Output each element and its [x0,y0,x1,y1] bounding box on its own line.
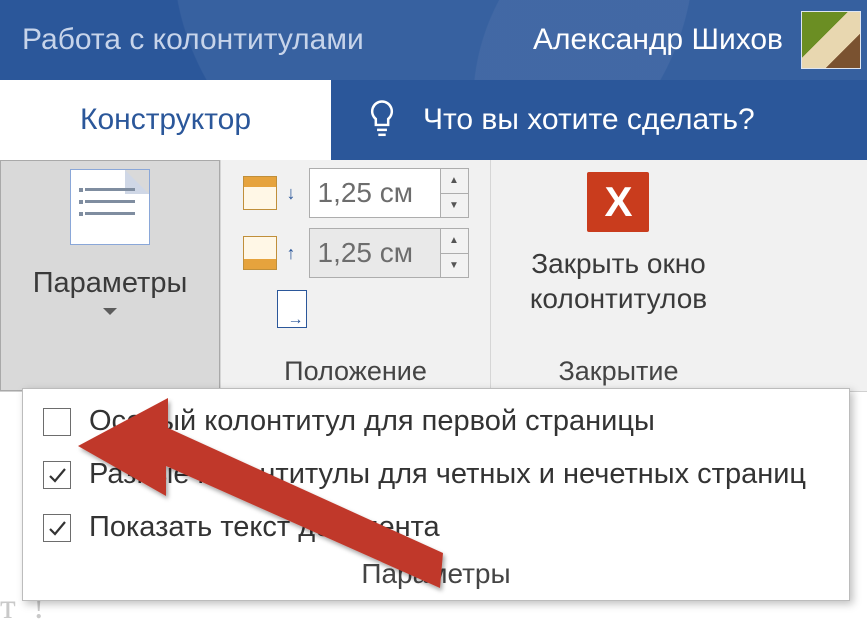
header-from-top-input[interactable] [310,169,440,217]
group-parameters[interactable]: Параметры [0,160,220,391]
popup-title: Параметры [23,550,849,600]
option-show-document-text[interactable]: Показать текст документа [43,511,829,544]
parameters-button-label: Параметры [33,267,188,300]
footer-from-bottom-spinner[interactable]: ▲ ▼ [309,228,469,278]
checkbox-checked[interactable] [43,514,71,542]
checkbox[interactable] [43,408,71,436]
avatar[interactable] [801,11,861,69]
close-header-footer-button[interactable]: X Закрыть окно колонтитулов [530,172,707,316]
group-close-label: Закрытие [558,350,678,391]
parameters-icon [70,169,150,245]
parameters-dropdown: Особый колонтитул для первой страницы Ра… [22,388,850,601]
spinner-down[interactable]: ▼ [441,194,468,218]
option-label: Разные колонтитулы для четных и нечетных… [89,458,806,491]
spinner-down[interactable]: ▼ [441,254,468,278]
option-label: Показать текст документа [89,511,440,544]
close-icon: X [587,172,649,232]
option-different-first-page[interactable]: Особый колонтитул для первой страницы [43,405,829,438]
spinner-up[interactable]: ▲ [441,229,468,254]
header-from-top-icon [243,176,277,210]
footer-from-bottom-icon [243,236,277,270]
option-different-odd-even[interactable]: Разные колонтитулы для четных и нечетных… [43,458,829,491]
tell-me-placeholder: Что вы хотите сделать? [423,103,755,137]
tab-design[interactable]: Конструктор [0,80,331,160]
arrow-up-icon: ↑ [287,243,299,264]
group-position-label: Положение [284,350,427,391]
tell-me-search[interactable]: Что вы хотите сделать? [331,80,867,160]
arrow-down-icon: ↓ [287,183,299,204]
option-label: Особый колонтитул для первой страницы [89,405,655,438]
checkbox-checked[interactable] [43,461,71,489]
group-position: ↓ ▲ ▼ ↑ ▲ ▼ [220,160,490,391]
context-tab-title: Работа с колонтитулами [6,23,364,57]
close-button-label-line1: Закрыть окно [530,246,707,281]
lightbulb-icon [365,96,399,144]
header-from-top-spinner[interactable]: ▲ ▼ [309,168,469,218]
insert-alignment-tab-button[interactable] [277,290,307,328]
footer-from-bottom-input[interactable] [310,229,440,277]
spinner-up[interactable]: ▲ [441,169,468,194]
group-close: X Закрыть окно колонтитулов Закрытие [490,160,746,391]
account-username[interactable]: Александр Шихов [533,23,783,57]
chevron-down-icon [103,308,117,315]
close-button-label-line2: колонтитулов [530,281,707,316]
